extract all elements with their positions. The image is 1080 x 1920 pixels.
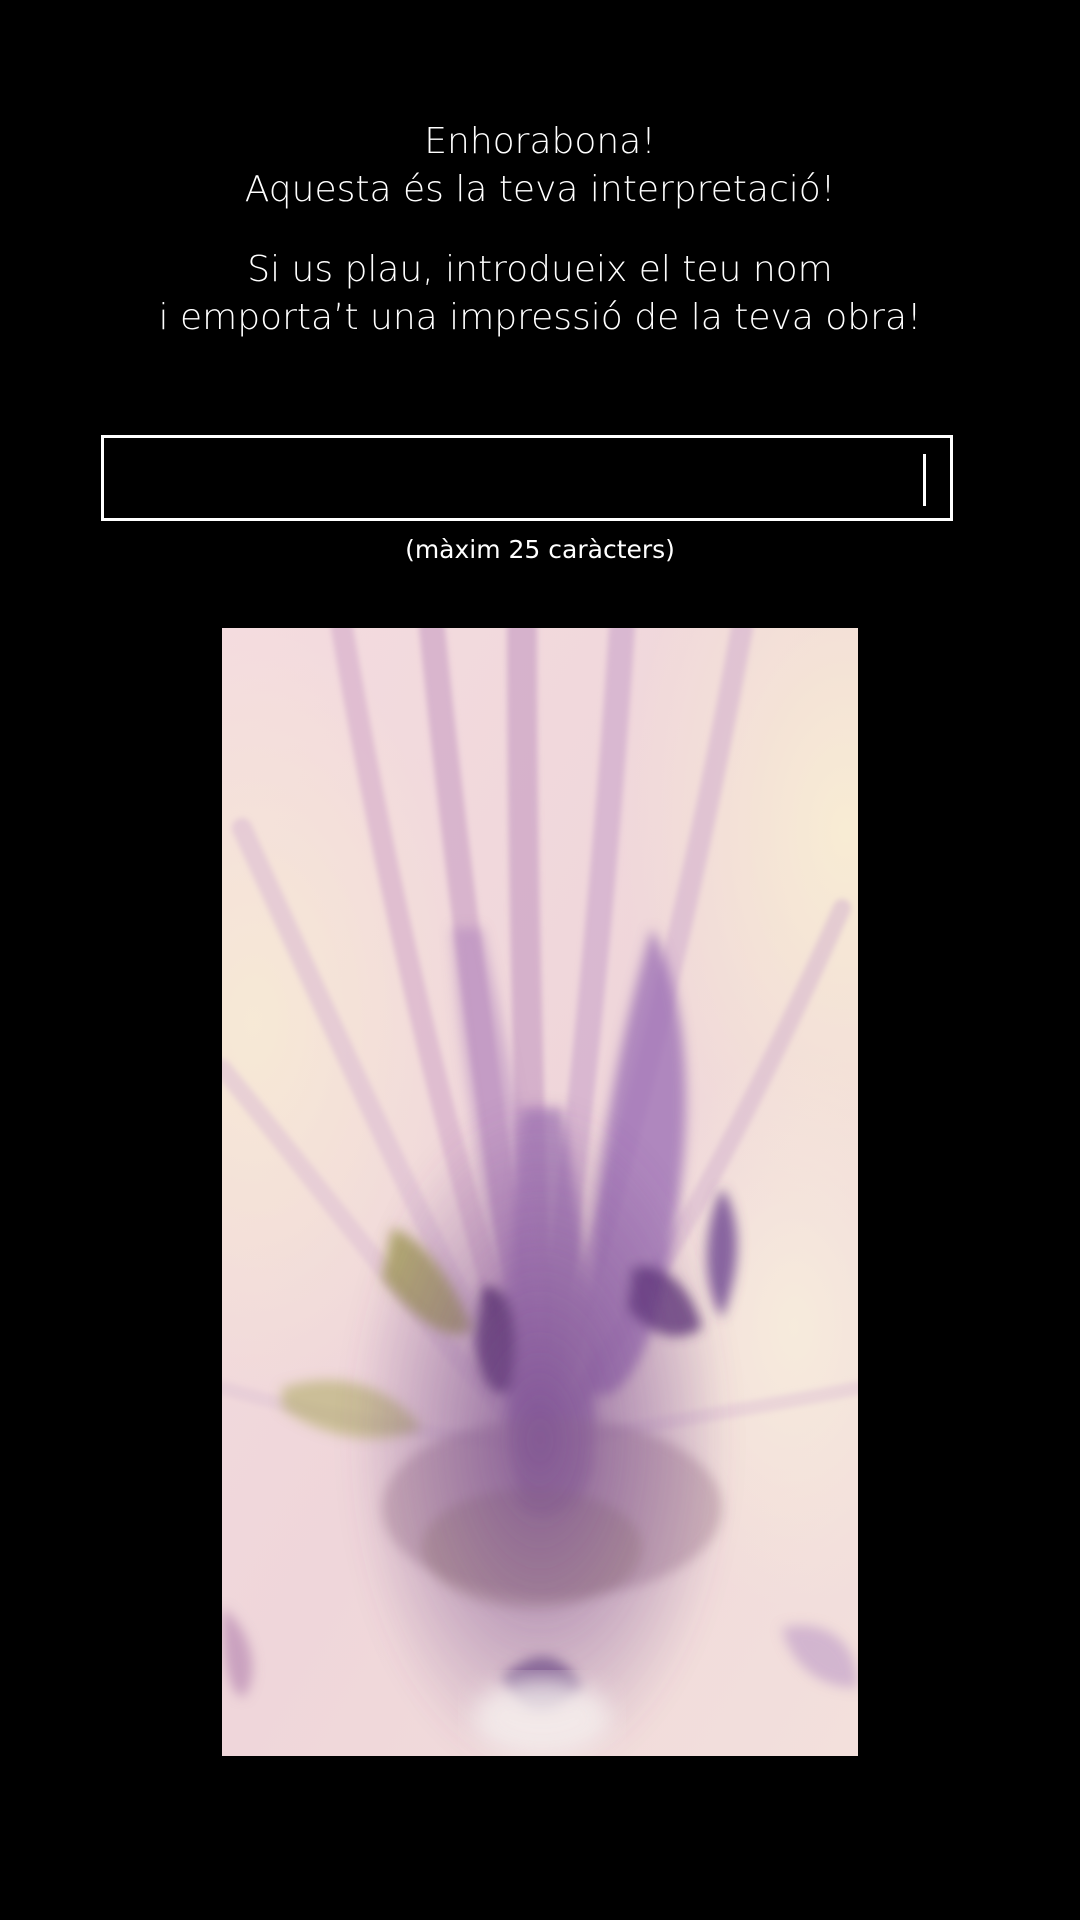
heading-line-1: Enhorabona! — [424, 121, 656, 162]
text-cursor — [923, 454, 926, 506]
prompt-line-2: i emporta’t una impressió de la teva obr… — [158, 297, 922, 338]
name-prompt: Si us plau, introdueix el teu nom i empo… — [0, 246, 1080, 342]
artwork-image — [222, 628, 858, 1756]
abstract-floral-artwork — [222, 628, 858, 1756]
prompt-line-1: Si us plau, introdueix el teu nom — [247, 249, 833, 290]
congratulations-heading: Enhorabona! Aquesta és la teva interpret… — [0, 118, 1080, 214]
name-field[interactable] — [101, 435, 953, 521]
max-length-hint: (màxim 25 caràcters) — [405, 535, 675, 564]
name-input[interactable] — [104, 438, 950, 518]
heading-line-2: Aquesta és la teva interpretació! — [244, 169, 836, 210]
